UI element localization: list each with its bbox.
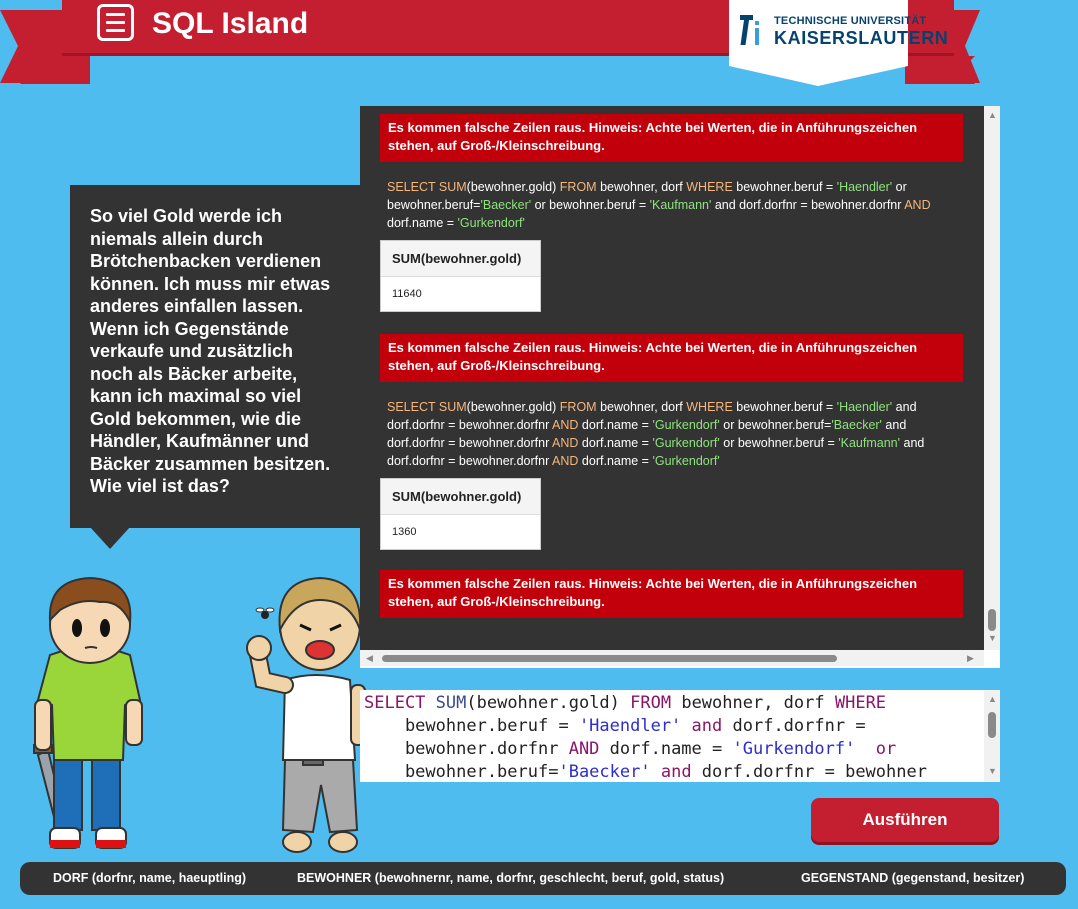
editor-scrollbar[interactable]: ▲ ▼ — [984, 690, 1000, 782]
university-name-line2: KAISERSLAUTERN — [774, 28, 949, 48]
scroll-down-arrow-icon[interactable]: ▼ — [988, 633, 997, 643]
result-cell: 11640 — [392, 288, 422, 300]
menu-icon[interactable] — [97, 4, 134, 41]
sql-editor[interactable]: SELECT SUM(bewohner.gold) FROM bewohner,… — [360, 690, 1000, 782]
scrollbar-thumb[interactable] — [988, 609, 996, 631]
scrollbar-thumb[interactable] — [988, 712, 996, 738]
scroll-down-arrow-icon[interactable]: ▼ — [988, 766, 997, 776]
schema-bar: DORF (dorfnr, name, haeuptling) BEWOHNER… — [20, 862, 1066, 895]
error-message: Es kommen falsche Zeilen raus. Hinweis: … — [380, 570, 963, 618]
scroll-left-arrow-icon[interactable]: ◀ — [366, 653, 373, 664]
university-logo-icon — [740, 15, 759, 45]
result-table-2: SUM(bewohner.gold) 1360 — [380, 478, 541, 550]
error-message: Es kommen falsche Zeilen raus. Hinweis: … — [380, 114, 963, 162]
university-name-line1: TECHNISCHE UNIVERSITÄT — [774, 15, 927, 27]
submitted-query-2: SELECT SUM(bewohner.gold) FROM bewohner,… — [387, 400, 925, 468]
story-speech-bubble: So viel Gold werde ich niemals allein du… — [70, 185, 360, 528]
result-column-header: SUM(bewohner.gold) — [381, 479, 540, 515]
submitted-query-1: SELECT SUM(bewohner.gold) FROM bewohner,… — [387, 180, 931, 230]
scroll-right-arrow-icon[interactable]: ▶ — [967, 653, 974, 664]
story-text: So viel Gold werde ich niemals allein du… — [90, 206, 331, 496]
speech-bubble-tail — [90, 527, 130, 549]
schema-table-dorf[interactable]: DORF (dorfnr, name, haeuptling) — [53, 871, 246, 885]
schema-table-bewohner[interactable]: BEWOHNER (bewohnernr, name, dorfnr, gesc… — [297, 871, 724, 885]
scroll-up-arrow-icon[interactable]: ▲ — [988, 110, 997, 120]
player-character-image — [33, 576, 143, 849]
result-vertical-scrollbar[interactable]: ▲ ▼ — [984, 106, 1000, 650]
error-message: Es kommen falsche Zeilen raus. Hinweis: … — [380, 334, 963, 382]
result-panel[interactable]: Es kommen falsche Zeilen raus. Hinweis: … — [360, 106, 1000, 668]
scrollbar-thumb[interactable] — [382, 655, 837, 662]
result-table-1: SUM(bewohner.gold) 11640 — [380, 240, 541, 312]
app-title: SQL Island — [152, 7, 309, 40]
sql-editor-content[interactable]: SELECT SUM(bewohner.gold) FROM bewohner,… — [364, 692, 984, 782]
result-log: Es kommen falsche Zeilen raus. Hinweis: … — [360, 106, 984, 650]
scroll-up-arrow-icon[interactable]: ▲ — [988, 694, 997, 704]
schema-table-gegenstand[interactable]: GEGENSTAND (gegenstand, besitzer) — [801, 871, 1024, 885]
baker-character-image — [246, 576, 366, 853]
result-horizontal-scrollbar[interactable]: ◀ ▶ — [360, 650, 984, 666]
result-column-header: SUM(bewohner.gold) — [381, 241, 540, 277]
run-query-button[interactable]: Ausführen — [811, 798, 999, 842]
result-cell: 1360 — [392, 526, 417, 538]
